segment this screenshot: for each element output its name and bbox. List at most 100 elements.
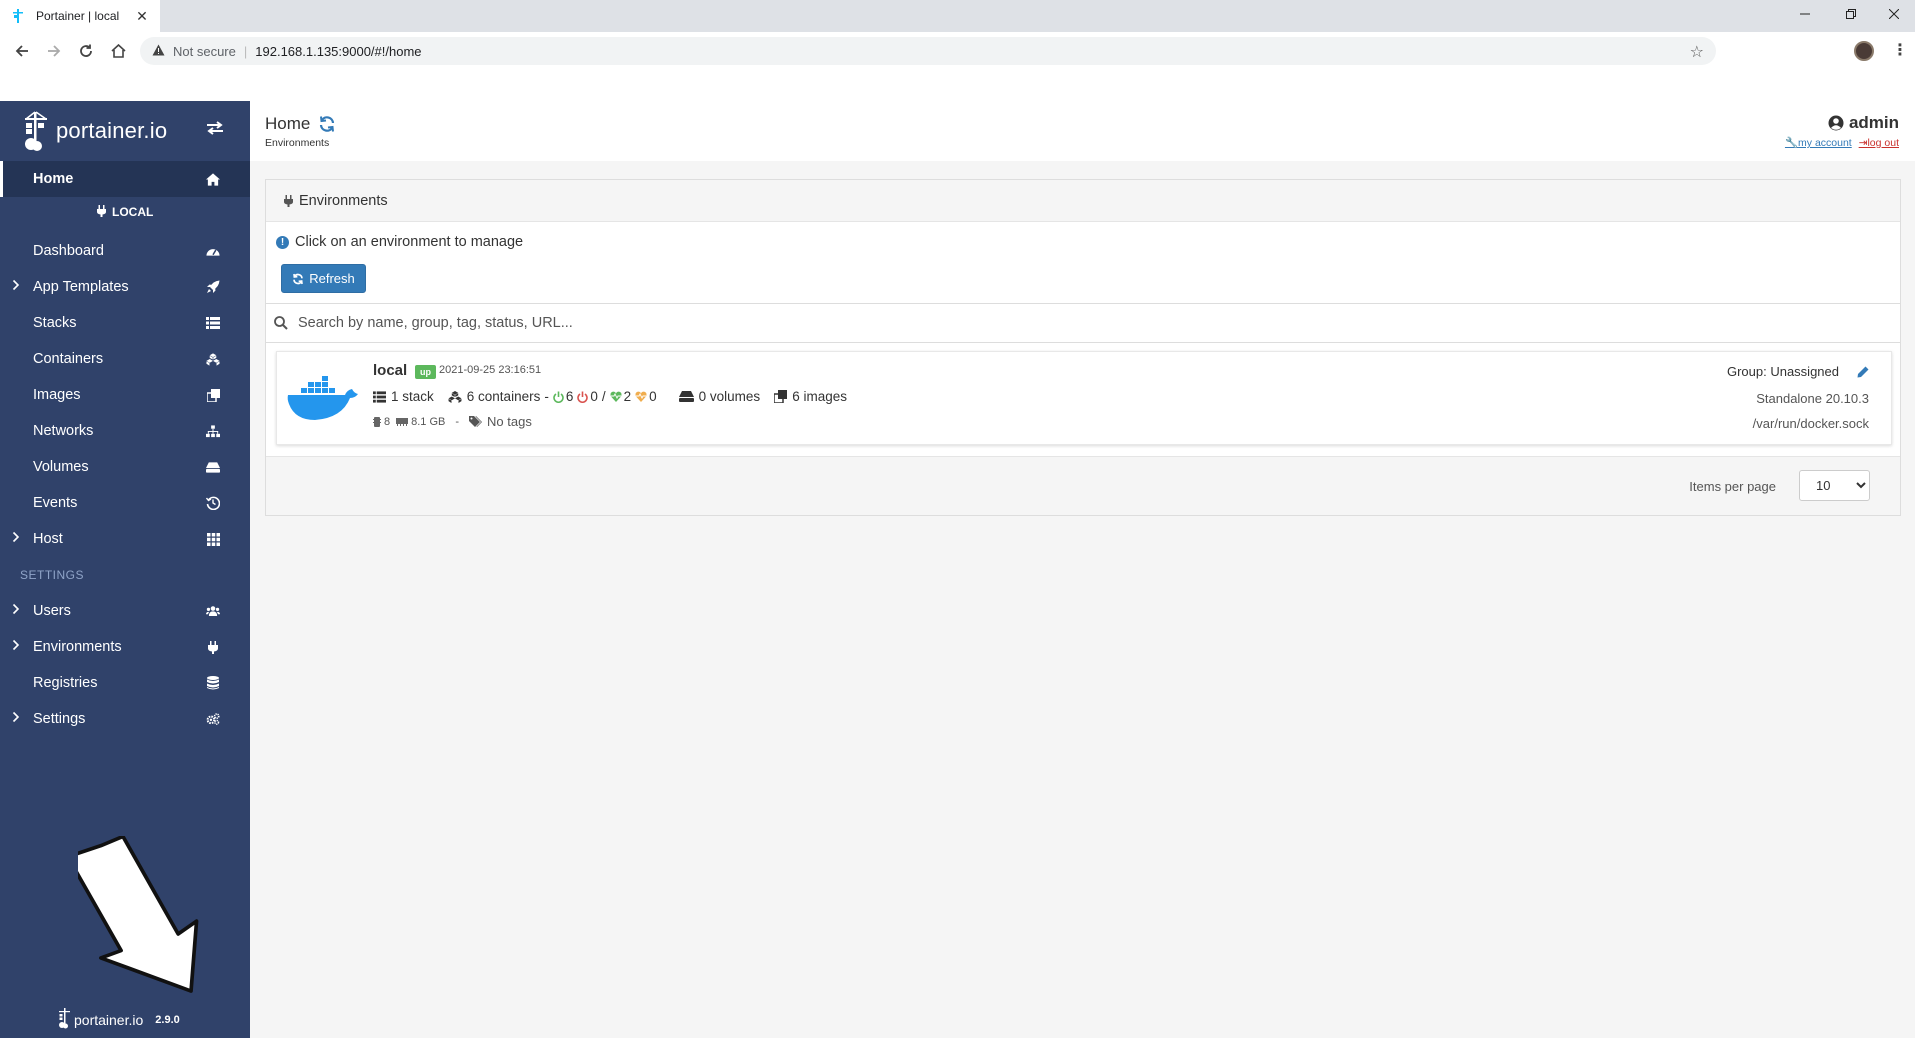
address-separator: | [243, 43, 248, 59]
my-account-link[interactable]: 🔧my account [1785, 137, 1852, 149]
browser-tab[interactable]: Portainer | local ✕ [0, 0, 160, 32]
pagination-footer: Items per page 10 [266, 456, 1900, 515]
annotation-arrow-icon [65, 834, 208, 1009]
items-per-page-label: Items per page [1689, 479, 1776, 494]
sidebar-toggle-icon[interactable] [206, 121, 224, 140]
refresh-button-label: Refresh [309, 271, 355, 286]
th-list-icon [373, 390, 386, 403]
address-bar[interactable]: Not secure | 192.168.1.135:9000/#!/home … [140, 37, 1716, 65]
healthy-count: 2 [610, 389, 636, 404]
sidebar-item-label: Dashboard [33, 243, 104, 259]
environment-url: /var/run/docker.sock [1752, 416, 1869, 431]
cubes-icon [206, 352, 220, 366]
sidebar-item-label: Registries [33, 675, 98, 691]
plug-icon [206, 640, 220, 654]
portainer-small-logo-icon [58, 1007, 72, 1032]
endpoint-name: LOCAL [112, 205, 154, 219]
chevron-right-icon [12, 639, 20, 654]
browser-toolbar: Not secure | 192.168.1.135:9000/#!/home … [0, 32, 1915, 70]
widget-title: Environments [299, 192, 388, 209]
search-icon [274, 316, 288, 330]
items-per-page-select[interactable]: 10 [1799, 470, 1870, 501]
home-browser-icon[interactable] [106, 40, 130, 62]
sitemap-icon [206, 424, 220, 438]
page-title-text: Home [265, 114, 311, 133]
cogs-icon [206, 712, 220, 726]
stopped-count: 0 [577, 389, 602, 404]
sidebar-item-environments[interactable]: Environments [0, 629, 250, 665]
clone-icon [774, 390, 788, 403]
sidebar-item-containers[interactable]: Containers [0, 341, 250, 377]
sidebar-item-networks[interactable]: Networks [0, 413, 250, 449]
cpu-count: 8 [373, 416, 390, 428]
window-close-icon[interactable] [1872, 0, 1915, 28]
endpoint-label: LOCAL [0, 205, 250, 219]
environment-timestamp: 2021-09-25 23:16:51 [439, 364, 542, 376]
docker-logo-icon [287, 370, 359, 425]
environment-group: Group: Unassigned [1727, 364, 1869, 379]
stack-count: 1 stack [373, 389, 434, 404]
sidebar: portainer.io Home LOCAL Dashboard App Te… [0, 101, 250, 1038]
sidebar-item-users[interactable]: Users [0, 593, 250, 629]
image-count: 6 images [774, 389, 847, 404]
main-content: Home Environments admin 🔧my account ⇥log… [250, 101, 1915, 1038]
edit-icon[interactable] [1857, 366, 1869, 378]
th-list-icon [206, 316, 220, 330]
hdd-icon [206, 460, 220, 474]
status-badge: up [415, 365, 436, 379]
environment-item-local[interactable]: local up 2021-09-25 23:16:51 1 stack 6 c… [276, 351, 1892, 445]
refresh-icon[interactable] [318, 115, 336, 133]
unhealthy-count: 0 [635, 389, 661, 404]
refresh-button[interactable]: Refresh [281, 264, 366, 293]
search-input[interactable] [298, 315, 1798, 331]
sidebar-item-settings[interactable]: Settings [0, 701, 250, 737]
power-on-icon [553, 391, 564, 403]
sidebar-item-registries[interactable]: Registries [0, 665, 250, 701]
tab-close-icon[interactable]: ✕ [134, 8, 150, 25]
restore-icon[interactable] [1829, 0, 1873, 28]
user-links: 🔧my account ⇥log out [1781, 136, 1899, 149]
warning-icon [152, 44, 165, 59]
environment-stats: 1 stack 6 containers - 6 0 / 2 0 0 volum… [373, 389, 861, 404]
sidebar-item-volumes[interactable]: Volumes [0, 449, 250, 485]
log-out-link[interactable]: ⇥log out [1859, 137, 1899, 149]
users-icon [206, 604, 220, 618]
settings-section-title: SETTINGS [20, 568, 85, 582]
counts-separator: / [601, 389, 606, 404]
sidebar-item-dashboard[interactable]: Dashboard [0, 233, 250, 269]
sidebar-item-home[interactable]: Home [0, 161, 250, 197]
sidebar-item-stacks[interactable]: Stacks [0, 305, 250, 341]
minimize-icon[interactable] [1783, 0, 1827, 28]
bookmark-star-icon[interactable]: ☆ [1690, 42, 1704, 62]
back-icon[interactable] [10, 40, 34, 62]
portainer-logo-icon [22, 110, 52, 152]
sidebar-item-host[interactable]: Host [0, 521, 250, 557]
profile-avatar[interactable] [1854, 41, 1874, 61]
sidebar-item-app-templates[interactable]: App Templates [0, 269, 250, 305]
refresh-icon [292, 273, 304, 285]
user-circle-icon [1828, 115, 1844, 131]
username: admin [1848, 113, 1899, 132]
forward-icon[interactable] [42, 40, 66, 62]
history-icon [206, 496, 220, 510]
hdd-icon [678, 391, 694, 402]
browser-menu-icon[interactable]: ⋮ [1892, 40, 1908, 60]
th-icon [206, 532, 220, 546]
sidebar-item-label: Events [33, 495, 78, 511]
brand[interactable]: portainer.io [0, 101, 250, 161]
brand-name: portainer.io [56, 118, 168, 143]
environments-widget: Environments ! Click on an environment t… [265, 179, 1901, 516]
running-count: 6 [553, 389, 578, 404]
sidebar-item-label: Home [33, 171, 74, 187]
security-label: Not secure [173, 43, 236, 59]
breadcrumb: Environments [265, 137, 330, 149]
sidebar-item-images[interactable]: Images [0, 377, 250, 413]
wrench-icon: 🔧 [1784, 137, 1799, 149]
sidebar-item-events[interactable]: Events [0, 485, 250, 521]
sidebar-item-label: Settings [33, 711, 86, 727]
clone-icon [206, 388, 220, 402]
docker-version: Standalone 20.10.3 [1756, 391, 1869, 406]
chevron-right-icon [12, 603, 20, 618]
hint-text: Click on an environment to manage [295, 234, 524, 250]
reload-icon[interactable] [74, 40, 98, 62]
